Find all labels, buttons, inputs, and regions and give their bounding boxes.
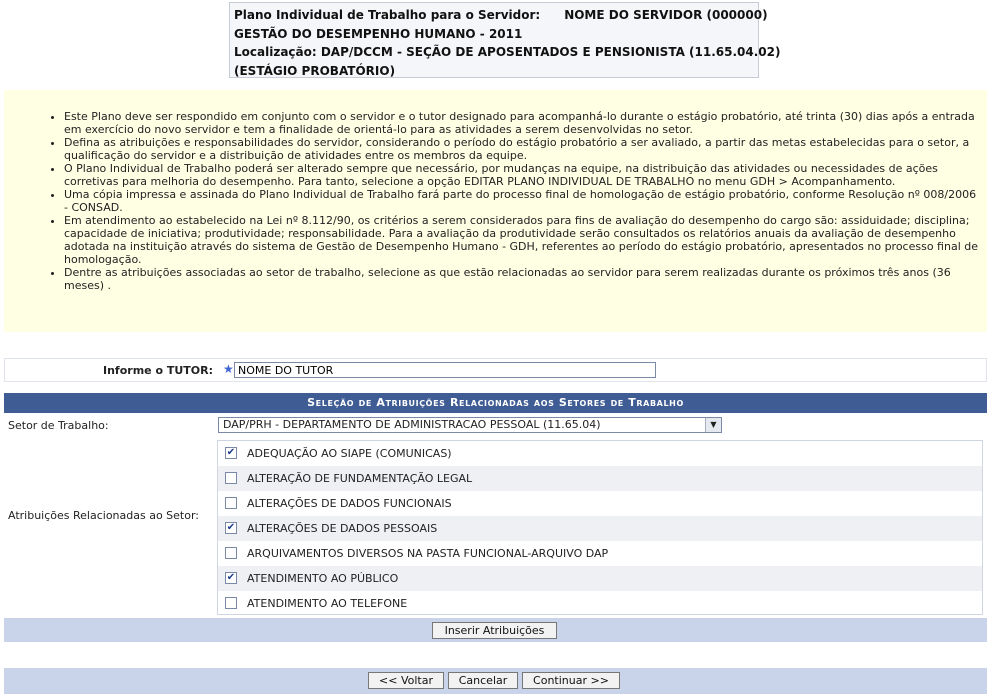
tutor-input[interactable] — [234, 362, 656, 378]
instruction-item: Defina as atribuições e responsabilidade… — [64, 136, 979, 162]
chevron-down-icon[interactable]: ▼ — [705, 418, 721, 432]
instruction-item: Dentre as atribuições associadas ao seto… — [64, 266, 979, 292]
attribute-row: ✔ ALTERAÇÕES DE DADOS PESSOAIS — [218, 516, 982, 541]
attribute-label: ATENDIMENTO AO TELEFONE — [247, 597, 408, 610]
attribute-label: ALTERAÇÃO DE FUNDAMENTAÇÃO LEGAL — [247, 472, 473, 485]
attribute-label: ALTERAÇÕES DE DADOS FUNCIONAIS — [247, 497, 452, 510]
attribute-label: ADEQUAÇÃO AO SIAPE (COMUNICAS) — [247, 447, 452, 460]
attribute-row: ALTERAÇÕES DE DADOS FUNCIONAIS — [218, 491, 982, 516]
server-header-box: Plano Individual de Trabalho para o Serv… — [229, 2, 781, 78]
servidor-name: NOME DO SERVIDOR (000000) — [564, 8, 768, 22]
tutor-row: Informe o TUTOR: ★ — [4, 358, 987, 382]
selection-title: Seleção de Atribuições Relacionadas aos … — [4, 393, 987, 413]
attribute-row: ✔ ADEQUAÇÃO AO SIAPE (COMUNICAS) — [218, 441, 982, 466]
attribute-row: ALTERAÇÃO DE FUNDAMENTAÇÃO LEGAL — [218, 466, 982, 491]
plano-label: Plano Individual de Trabalho para o Serv… — [234, 8, 541, 22]
attributes-list: ✔ ADEQUAÇÃO AO SIAPE (COMUNICAS) ALTERAÇÃO… — [217, 440, 983, 615]
setor-label: Setor de Trabalho: — [8, 419, 109, 432]
gestao-line: GESTÃO DO DESEMPENHO HUMANO - 2011 — [234, 26, 523, 41]
checkbox-checked[interactable]: ✔ — [225, 522, 237, 534]
footer-bar: << Voltar Cancelar Continuar >> — [4, 668, 987, 694]
required-star-icon: ★ — [223, 362, 234, 376]
continuar-button[interactable]: Continuar >> — [522, 672, 620, 689]
setor-select[interactable]: DAP/PRH - DEPARTAMENTO DE ADMINISTRACAO … — [218, 417, 722, 433]
setor-row: Setor de Trabalho: DAP/PRH - DEPARTAMENT… — [4, 413, 987, 439]
instruction-item: Uma cópia impressa e assinada do Plano I… — [64, 188, 979, 214]
setor-selected-value: DAP/PRH - DEPARTAMENTO DE ADMINISTRACAO … — [223, 418, 601, 431]
checkbox-checked[interactable]: ✔ — [225, 572, 237, 584]
insert-attributes-button[interactable]: Inserir Atribuições — [432, 622, 557, 639]
instruction-item: O Plano Individual de Trabalho poderá se… — [64, 162, 979, 188]
attribute-label: ALTERAÇÕES DE DADOS PESSOAIS — [247, 522, 438, 535]
tutor-label: Informe o TUTOR: — [103, 364, 213, 377]
instruction-item: Este Plano deve ser respondido em conjun… — [64, 110, 979, 136]
localizacao-line: Localização: DAP/DCCM - SEÇÃO DE APOSENT… — [234, 45, 781, 59]
attribute-row: ARQUIVAMENTOS DIVERSOS NA PASTA FUNCIONA… — [218, 541, 982, 566]
estagio-line: (ESTÁGIO PROBATÓRIO) — [234, 63, 396, 78]
instructions-panel: Este Plano deve ser respondido em conjun… — [4, 90, 987, 332]
checkbox[interactable] — [225, 597, 237, 609]
attribute-row: ATENDIMENTO AO TELEFONE — [218, 591, 982, 616]
atribuicoes-label: Atribuições Relacionadas ao Setor: — [8, 509, 200, 522]
insert-bar: Inserir Atribuições — [4, 618, 987, 642]
voltar-button[interactable]: << Voltar — [368, 672, 444, 689]
instructions-list: Este Plano deve ser respondido em conjun… — [12, 110, 979, 292]
checkbox[interactable] — [225, 497, 237, 509]
attribute-row: ✔ ATENDIMENTO AO PÚBLICO — [218, 566, 982, 591]
checkbox[interactable] — [225, 472, 237, 484]
attribute-label: ARQUIVAMENTOS DIVERSOS NA PASTA FUNCIONA… — [247, 547, 609, 560]
cancel-button[interactable]: Cancelar — [448, 672, 518, 689]
checkbox-checked[interactable]: ✔ — [225, 447, 237, 459]
attribute-label: ATENDIMENTO AO PÚBLICO — [247, 572, 399, 585]
checkbox[interactable] — [225, 547, 237, 559]
instruction-item: Em atendimento ao estabelecido na Lei nº… — [64, 214, 979, 266]
